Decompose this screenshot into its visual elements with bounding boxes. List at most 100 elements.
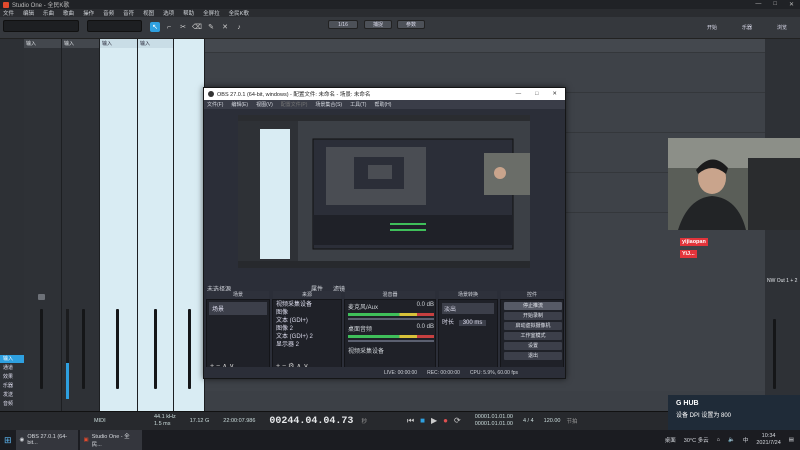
param-button[interactable]: 参数	[397, 20, 425, 29]
taskbar-app-studio-one[interactable]: ▣ Studio One - 全民...	[79, 430, 142, 450]
minimize-icon[interactable]: —	[516, 91, 522, 97]
start-page-button[interactable]: 开始	[700, 23, 724, 32]
maximize-icon[interactable]: □	[773, 1, 777, 8]
loop-end[interactable]: 00001.01.01.00	[475, 421, 513, 428]
inspector-item[interactable]: 通道	[0, 364, 24, 372]
transitions-header: 场景转换	[439, 291, 497, 299]
loop-start[interactable]: 00001.01.01.00	[475, 414, 513, 421]
taskbar-app-obs[interactable]: ◉ OBS 27.0.1 (64-bit...	[15, 430, 78, 450]
minimize-icon[interactable]: —	[755, 1, 761, 8]
volume-fader[interactable]	[154, 309, 157, 389]
range-tool-icon[interactable]: ⌐	[164, 22, 174, 32]
scene-item[interactable]: 场景	[209, 302, 267, 315]
browse-button[interactable]: 浏览	[770, 23, 794, 32]
menu-item[interactable]: 选项	[163, 9, 174, 17]
duration-input[interactable]: 300 ms	[458, 320, 487, 326]
obs-menu-item[interactable]: 配置文件(P)	[281, 101, 308, 108]
studio-one-toolbar: ↖ ⌐ ✂ ⌫ ✎ ✕ ♪ 1/16 捕捉 参数 开始 乐器 浏览	[0, 17, 800, 39]
obs-menu-item[interactable]: 视图(V)	[256, 101, 273, 108]
close-icon[interactable]: ✕	[789, 1, 794, 8]
volume-fader[interactable]	[188, 309, 191, 389]
timecode-display[interactable]: 00244.04.04.73	[269, 416, 353, 427]
menu-item[interactable]: 全屏拉	[203, 9, 220, 17]
menu-item[interactable]: 帮助	[183, 9, 194, 17]
pan-knob[interactable]	[38, 294, 45, 300]
webcam-image	[668, 138, 800, 230]
source-item[interactable]: 视频采集设备	[276, 301, 338, 309]
rewind-icon[interactable]: ⏮	[407, 416, 414, 426]
inspector-item[interactable]: 输入	[0, 355, 24, 363]
menu-item[interactable]: 视图	[143, 9, 154, 17]
volume-fader[interactable]	[40, 309, 43, 389]
menu-item[interactable]: 文件	[3, 9, 14, 17]
start-virtual-camera-button[interactable]: 启动虚拟摄像机	[504, 322, 562, 330]
menu-item[interactable]: 音频	[103, 9, 114, 17]
volume-fader[interactable]	[116, 309, 119, 389]
maximize-icon[interactable]: □	[535, 91, 538, 97]
volume-icon[interactable]: 🔈	[728, 437, 735, 443]
obs-preview-canvas[interactable]	[238, 115, 530, 268]
stop-icon[interactable]: ■	[420, 416, 425, 426]
weather[interactable]: 30°C 多云	[684, 436, 709, 444]
start-recording-button[interactable]: 开始录制	[504, 312, 562, 320]
time-signature[interactable]: 4 / 4	[523, 418, 534, 424]
clock[interactable]: 10:34 2021/7/24	[756, 433, 780, 447]
arrow-tool-icon[interactable]: ↖	[150, 22, 160, 32]
obs-menu-item[interactable]: 帮助(H)	[374, 101, 391, 108]
source-item[interactable]: 图像 2	[276, 325, 338, 333]
mixer-header: 混音器	[345, 291, 435, 299]
studio-mode-button[interactable]: 工作室模式	[504, 332, 562, 340]
input-language[interactable]: 中	[743, 436, 749, 444]
split-tool-icon[interactable]: ✂	[178, 22, 188, 32]
menu-item[interactable]: 编辑	[23, 9, 34, 17]
menu-item[interactable]: 乐曲	[43, 9, 54, 17]
inspector-item[interactable]: 发送	[0, 391, 24, 399]
mixer-channel-desktop: 桌面音频 0.0 dB	[348, 324, 434, 342]
obs-menu-item[interactable]: 编辑(E)	[231, 101, 248, 108]
source-item[interactable]: 图像	[276, 309, 338, 317]
obs-menu-item[interactable]: 文件(F)	[207, 101, 223, 108]
exit-button[interactable]: 退出	[504, 352, 562, 360]
network-icon[interactable]: ⌂	[717, 437, 720, 443]
play-icon[interactable]: ▶	[431, 416, 437, 426]
quantize-button[interactable]: 1/16	[328, 20, 358, 29]
inspector-item[interactable]: 乐器	[0, 382, 24, 390]
menu-item[interactable]: 音符	[123, 9, 134, 17]
volume-fader[interactable]	[82, 309, 85, 389]
menu-item[interactable]: 歌曲	[63, 9, 74, 17]
loop-icon[interactable]: ⟳	[454, 416, 461, 426]
notification-center-icon[interactable]: ▤	[789, 437, 794, 443]
volume-meter	[348, 313, 434, 316]
obs-menu-item[interactable]: 场景集合(S)	[315, 101, 342, 108]
source-item[interactable]: 显示器 2	[276, 341, 338, 349]
settings-button[interactable]: 设置	[504, 342, 562, 350]
volume-slider[interactable]	[348, 340, 434, 342]
inspector-item[interactable]: 音频	[0, 400, 24, 408]
source-item[interactable]: 文本 (GDI+) 2	[276, 333, 338, 341]
eraser-tool-icon[interactable]: ⌫	[192, 22, 202, 32]
mute-tool-icon[interactable]: ✕	[220, 22, 230, 32]
snap-button[interactable]: 捕捉	[364, 20, 392, 29]
main-out-fader[interactable]	[773, 319, 776, 389]
menu-item[interactable]: 操作	[83, 9, 94, 17]
volume-slider[interactable]	[348, 318, 434, 320]
source-item[interactable]: 文本 (GDI+)	[276, 317, 338, 325]
tempo-value[interactable]: 120.00	[544, 418, 561, 424]
close-icon[interactable]: ✕	[552, 91, 557, 97]
preset-selector[interactable]	[3, 20, 79, 32]
timeline-ruler[interactable]	[205, 39, 765, 53]
pencil-tool-icon[interactable]: ✎	[206, 22, 216, 32]
transition-select[interactable]: 淡出	[442, 303, 494, 314]
inspector-item[interactable]: 效果	[0, 373, 24, 381]
menu-item[interactable]: 全民K歌	[229, 9, 249, 17]
windows-start-icon[interactable]: ⊞	[0, 430, 16, 450]
obs-menu-item[interactable]: 工具(T)	[350, 101, 366, 108]
listen-tool-icon[interactable]: ♪	[234, 22, 244, 32]
instrument-button[interactable]: 乐器	[735, 23, 759, 32]
studio-one-taskbar-icon: ▣	[83, 437, 89, 443]
stop-streaming-button[interactable]: 停止推流	[504, 302, 562, 310]
record-icon[interactable]: ●	[443, 416, 448, 426]
track-selector[interactable]	[87, 20, 142, 32]
desktop-label[interactable]: 桌面	[665, 436, 676, 444]
toast-notification[interactable]: G HUB 设备 DPI 设置为 800	[668, 395, 800, 430]
